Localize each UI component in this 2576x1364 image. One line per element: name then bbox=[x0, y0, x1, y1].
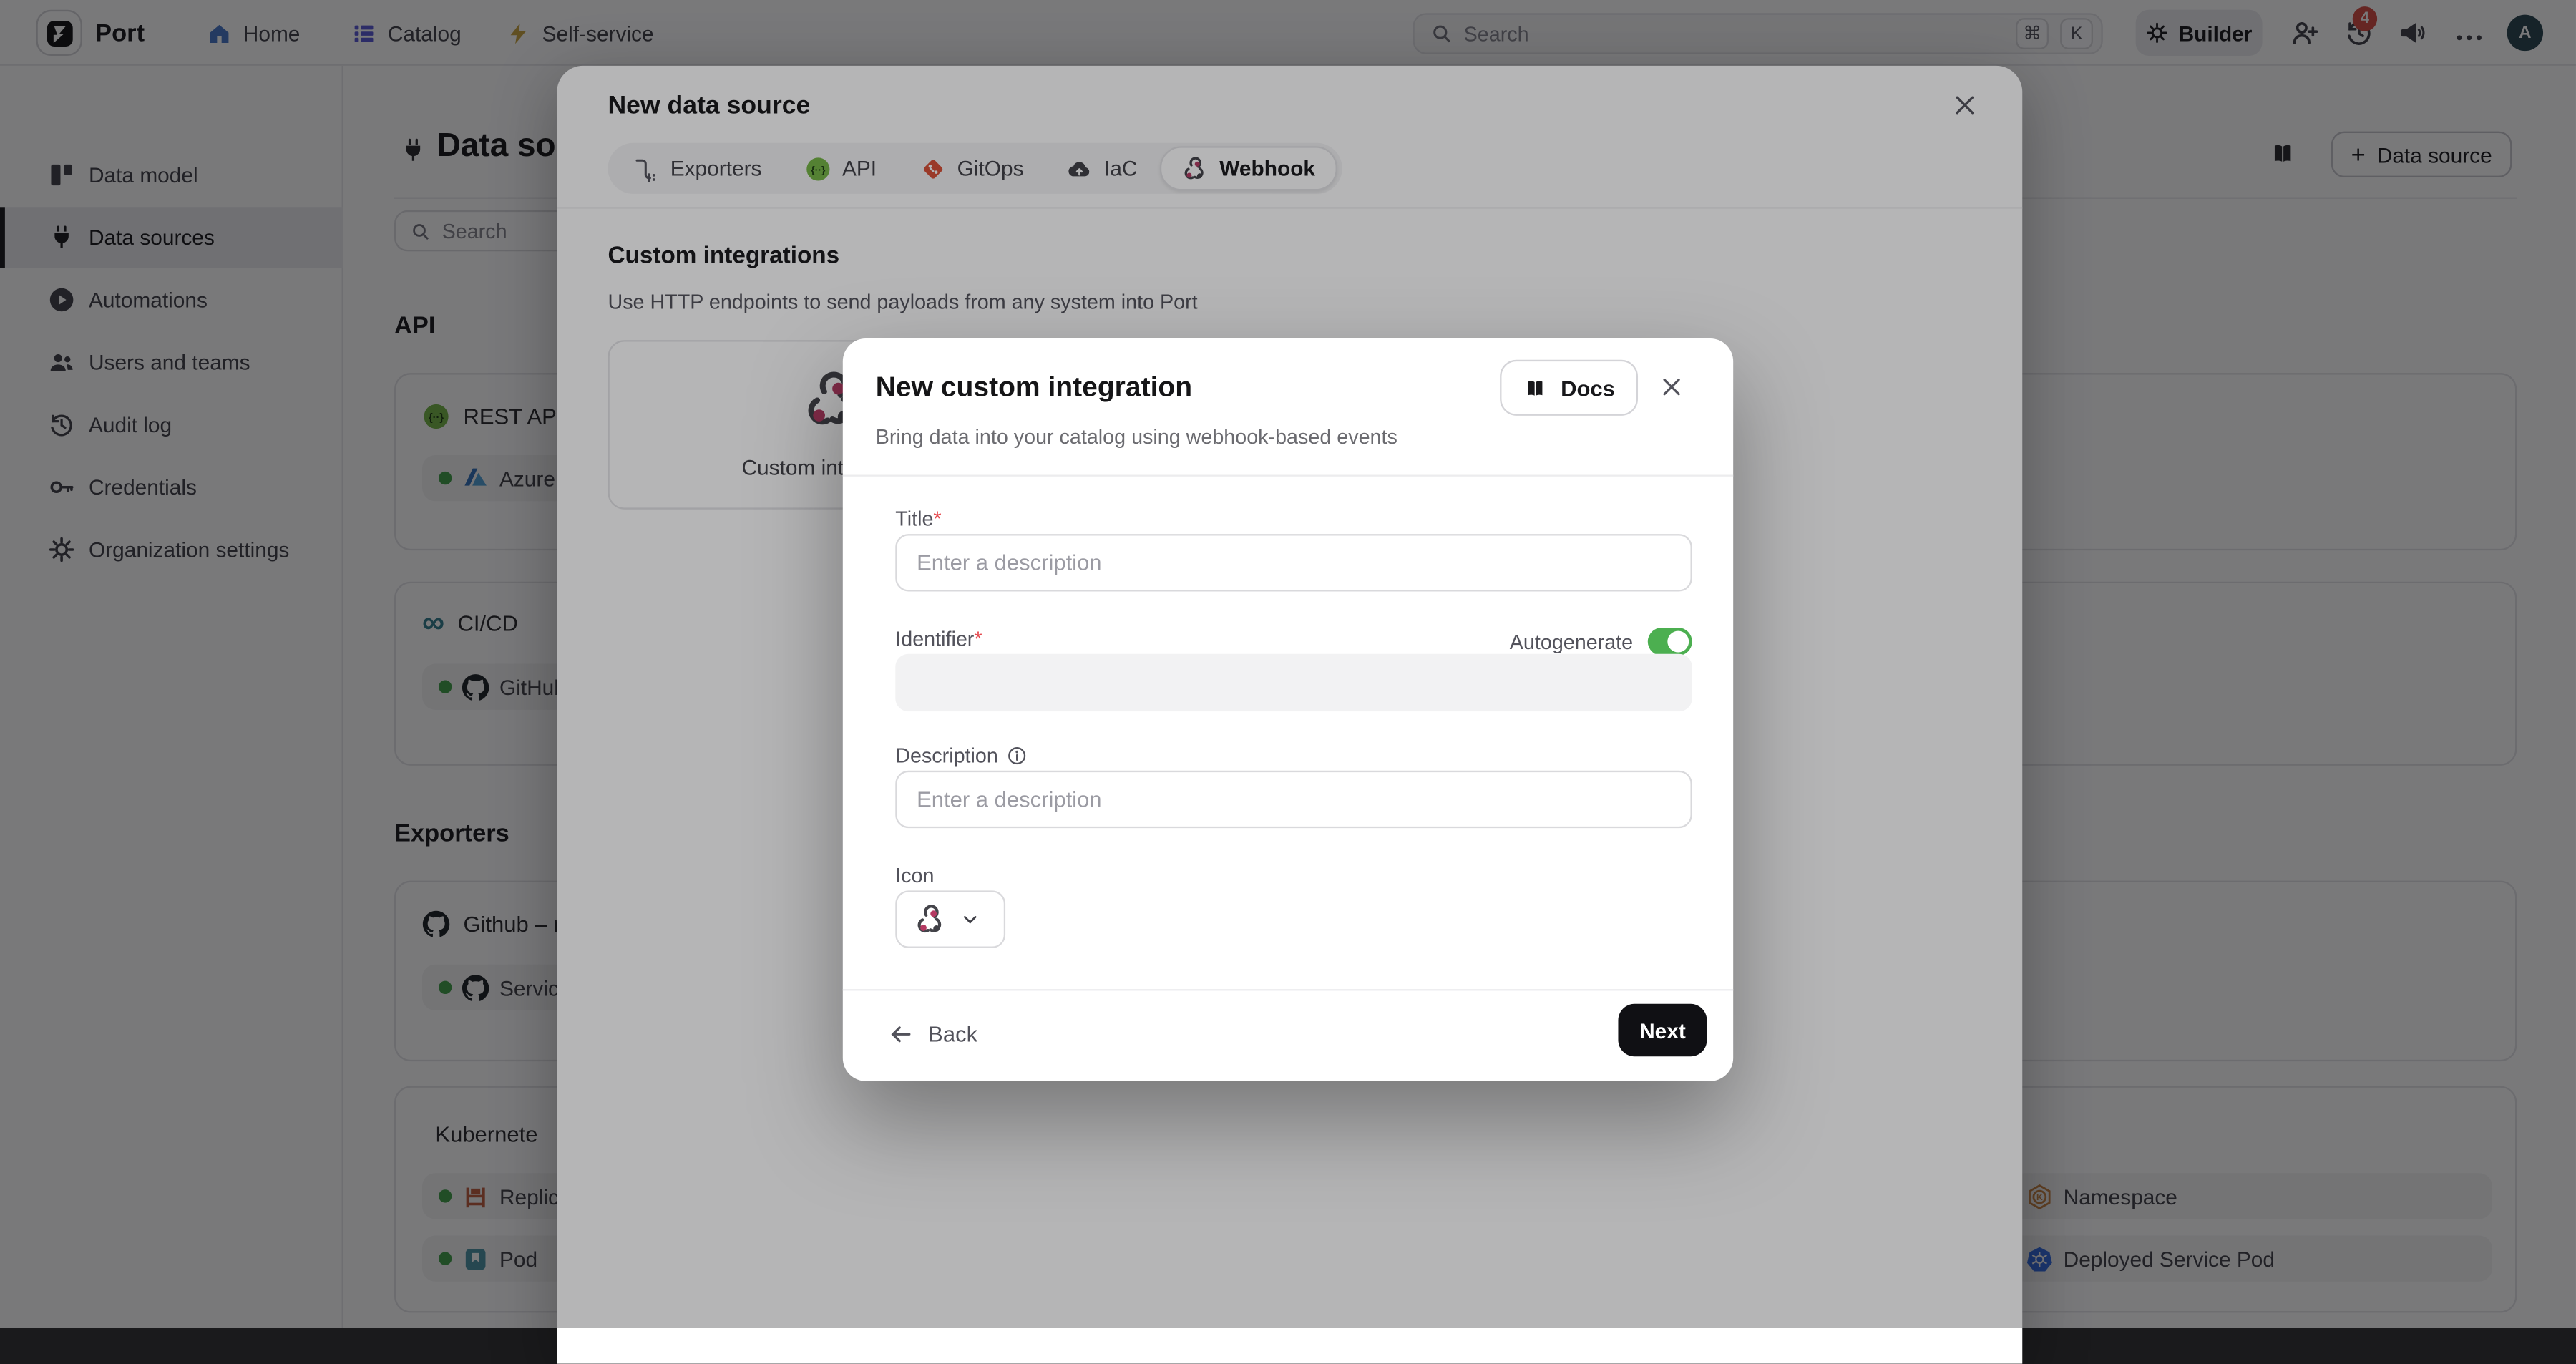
title-input[interactable] bbox=[895, 534, 1692, 591]
webhook-icon bbox=[914, 903, 947, 936]
docs-button[interactable]: Docs bbox=[1500, 360, 1638, 416]
back-label: Back bbox=[928, 1021, 977, 1046]
book-icon bbox=[1523, 376, 1547, 400]
description-input[interactable] bbox=[895, 771, 1692, 828]
footer-divider bbox=[843, 989, 1733, 990]
required-asterisk: * bbox=[933, 507, 941, 530]
dialog-divider bbox=[843, 475, 1733, 477]
chevron-down-icon bbox=[961, 910, 979, 928]
toggle-knob bbox=[1667, 631, 1689, 653]
docs-label: Docs bbox=[1561, 376, 1615, 400]
identifier-input[interactable] bbox=[895, 654, 1692, 711]
dialog-subtitle: Bring data into your catalog using webho… bbox=[876, 426, 1397, 449]
arrow-left-icon bbox=[889, 1021, 913, 1046]
autogenerate-toggle[interactable] bbox=[1648, 628, 1692, 656]
app-root: Port Home Catalog Self-service ⌘ K Build… bbox=[0, 0, 2576, 1328]
close-icon[interactable] bbox=[1659, 374, 1684, 399]
autogenerate-row: Autogenerate bbox=[895, 628, 1692, 656]
icon-field-label: Icon bbox=[895, 864, 934, 887]
back-button[interactable]: Back bbox=[889, 1015, 977, 1052]
title-field-label: Title* bbox=[895, 507, 941, 530]
info-icon bbox=[1006, 746, 1026, 766]
new-custom-integration-dialog: New custom integration Docs Bring data i… bbox=[843, 338, 1733, 1081]
description-field-label: Description bbox=[895, 744, 1026, 767]
autogenerate-label: Autogenerate bbox=[1510, 630, 1633, 653]
next-button[interactable]: Next bbox=[1618, 1004, 1707, 1056]
dialog-title: New custom integration bbox=[876, 371, 1192, 404]
icon-dropdown[interactable] bbox=[895, 890, 1005, 948]
